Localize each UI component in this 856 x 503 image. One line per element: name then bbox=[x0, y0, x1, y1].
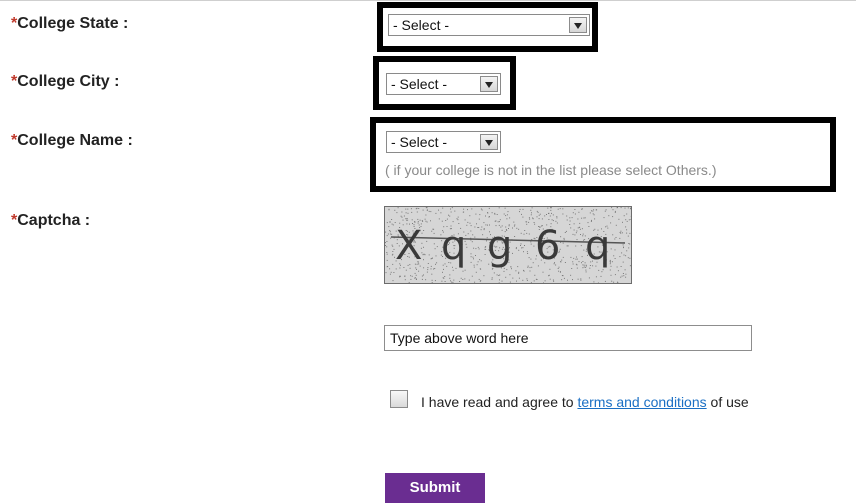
chevron-down-icon bbox=[569, 17, 587, 33]
college-name-highlight bbox=[370, 117, 836, 192]
captcha-char: X bbox=[395, 223, 422, 269]
terms-link[interactable]: terms and conditions bbox=[577, 394, 706, 410]
agree-checkbox[interactable] bbox=[390, 390, 408, 408]
agree-text: I have read and agree to terms and condi… bbox=[421, 394, 749, 410]
college-city-select[interactable]: - Select - bbox=[386, 73, 501, 95]
chevron-down-icon bbox=[480, 76, 498, 92]
college-name-select[interactable]: - Select - bbox=[386, 131, 501, 153]
chevron-down-icon bbox=[480, 134, 498, 150]
college-state-label: *College State : bbox=[11, 15, 128, 33]
college-name-label: *College Name : bbox=[11, 132, 133, 150]
college-city-label: *College City : bbox=[11, 73, 119, 91]
captcha-image: Xqg6q bbox=[384, 206, 632, 284]
college-state-select[interactable]: - Select - bbox=[388, 14, 590, 36]
captcha-label: *Captcha : bbox=[11, 212, 90, 230]
top-divider bbox=[0, 0, 856, 1]
captcha-char: q bbox=[585, 223, 610, 269]
captcha-char: 6 bbox=[535, 223, 560, 269]
submit-button[interactable]: Submit bbox=[385, 473, 485, 503]
college-name-hint: ( if your college is not in the list ple… bbox=[385, 162, 716, 178]
captcha-noise: Xqg6q bbox=[385, 207, 632, 284]
captcha-char: g bbox=[487, 223, 512, 269]
captcha-input[interactable]: Type above word here bbox=[384, 325, 752, 351]
captcha-char: q bbox=[441, 223, 466, 269]
